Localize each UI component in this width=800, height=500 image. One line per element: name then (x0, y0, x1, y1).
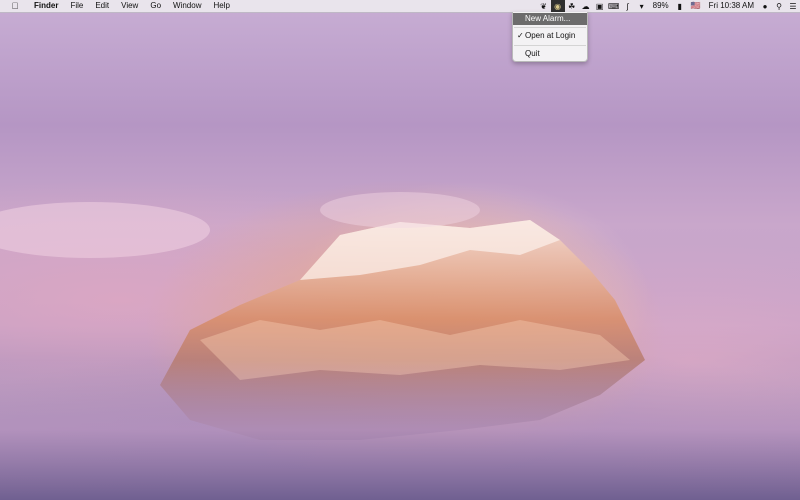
cloud-icon[interactable]: ☁ (579, 0, 593, 12)
menu-edit[interactable]: Edit (89, 0, 115, 12)
menu-go[interactable]: Go (144, 0, 167, 12)
menu-window[interactable]: Window (167, 0, 207, 12)
menu-view[interactable]: View (115, 0, 144, 12)
leaf-icon[interactable]: ❦ (537, 0, 551, 12)
input-source-flag[interactable]: 🇺🇸 (687, 0, 705, 12)
battery-percent[interactable]: 89% (649, 0, 673, 12)
desktop-wallpaper (0, 0, 800, 500)
menu-item-open-at-login[interactable]: ✓ Open at Login (513, 30, 587, 42)
keyboard-icon[interactable]: ⌨ (607, 0, 621, 12)
alarm-dropdown-menu: New Alarm... ✓ Open at Login Quit (512, 12, 588, 62)
menu-separator (514, 45, 586, 46)
spotlight-search-icon[interactable]: ⚲ (772, 0, 786, 12)
ghost-icon[interactable]: ☘ (565, 0, 579, 12)
bluetooth-icon[interactable]: ∫ (621, 0, 635, 12)
user-icon[interactable]: ● (758, 0, 772, 12)
lock-icon[interactable]: ▣ (593, 0, 607, 12)
wifi-icon[interactable]: ▾ (635, 0, 649, 12)
menu-bar:  Finder File Edit View Go Window Help ❦… (0, 0, 800, 13)
menu-file[interactable]: File (64, 0, 89, 12)
menu-item-label: Open at Login (525, 31, 576, 40)
menu-item-quit[interactable]: Quit (513, 48, 587, 60)
menu-item-label: New Alarm... (525, 14, 571, 23)
menu-item-new-alarm[interactable]: New Alarm... (513, 13, 587, 25)
battery-icon[interactable]: ▮ (673, 0, 687, 12)
notification-center-icon[interactable]: ☰ (786, 0, 800, 12)
menu-separator (514, 27, 586, 28)
menu-help[interactable]: Help (207, 0, 235, 12)
menu-item-label: Quit (525, 49, 540, 58)
app-menu-finder[interactable]: Finder (22, 0, 64, 12)
clock[interactable]: Fri 10:38 AM (705, 0, 758, 12)
mountain-image (0, 192, 800, 500)
alarm-clock-icon[interactable]: ◉ (550, 0, 565, 12)
apple-menu-icon[interactable]:  (8, 1, 22, 11)
checkmark-icon: ✓ (517, 31, 524, 40)
